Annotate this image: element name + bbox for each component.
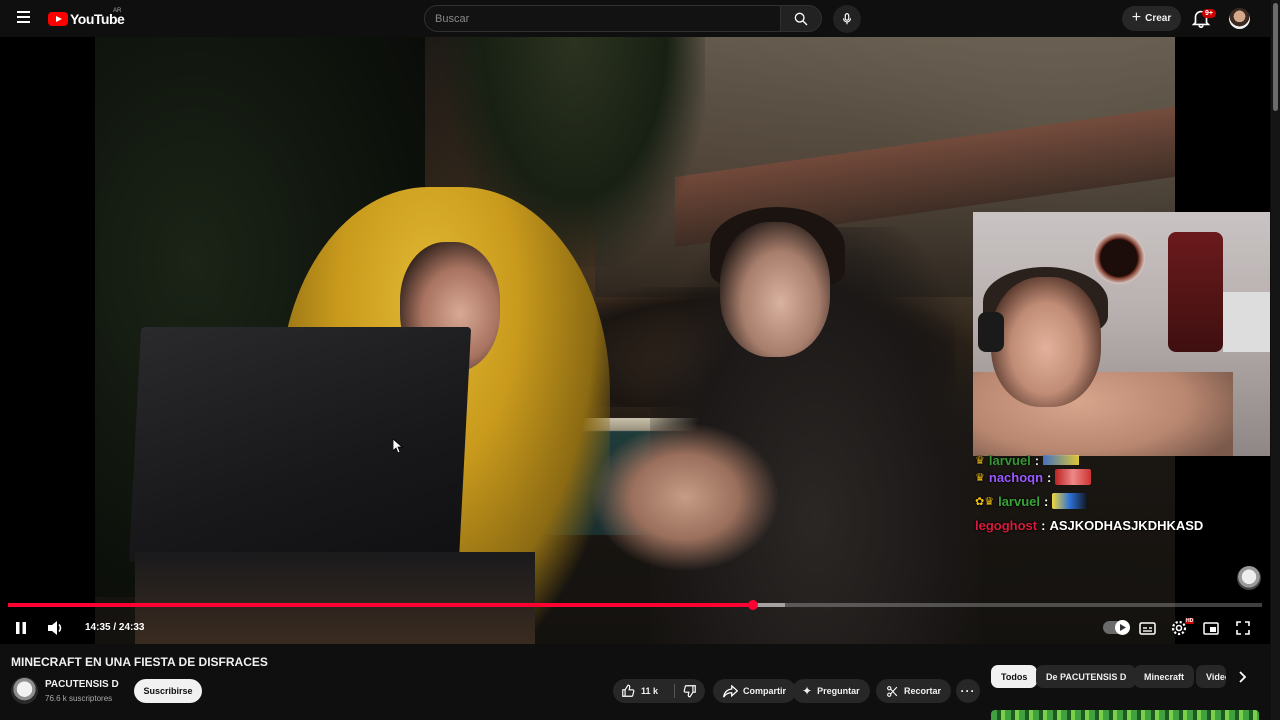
video-laptop [128,327,472,562]
time-display: 14:35 / 24:33 [85,622,145,633]
share-button[interactable]: Compartir [713,679,797,703]
hd-badge: HD [1185,618,1195,624]
subscribe-button[interactable]: Suscribirse [134,679,202,703]
player-controls: 14:35 / 24:33 HD [0,612,1270,644]
menu-icon[interactable] [13,8,35,30]
search-input[interactable] [425,6,780,31]
fullscreen-icon [1236,621,1250,635]
share-icon [723,684,738,697]
account-avatar[interactable] [1229,8,1250,29]
more-icon: ··· [960,684,976,698]
country-code: AR [113,8,122,14]
progress-scrubber[interactable] [747,600,758,610]
thumbs-down-icon [683,685,696,698]
facecam-face [991,277,1101,407]
crown-icon: ✿♛ [975,495,995,508]
video-title: MINECRAFT EN UNA FIESTA DE DISFRACES [11,655,268,669]
recommended-video-thumbnail[interactable] [991,710,1259,720]
volume-button[interactable] [44,616,68,640]
clip-button[interactable]: Recortar [876,679,952,703]
facecam-headset [978,312,1004,352]
search-button[interactable] [781,5,822,32]
chat-message: ♛ nachoqn : [975,465,1215,489]
chat-message: ✿♛ larvuel : [975,489,1215,513]
miniplayer-icon [1203,621,1219,635]
subtitles-icon [1138,621,1156,635]
fullscreen-button[interactable] [1231,616,1255,640]
create-button[interactable]: + Crear [1122,6,1181,31]
like-button[interactable]: 11 k [613,679,673,703]
search-box [424,5,781,32]
thumbs-up-icon [622,684,635,697]
chat-username: larvuel [988,455,1031,465]
chat-separator: : [1034,455,1040,465]
more-actions-button[interactable]: ··· [956,679,980,703]
streamer-facecam [973,212,1270,456]
crown-icon: ♛ [975,471,985,484]
chat-separator: : [1044,493,1049,509]
miniplayer-button[interactable] [1199,616,1223,640]
facecam-red-coat [1168,232,1223,352]
chat-username: nachoqn [988,469,1044,485]
subtitles-button[interactable] [1135,616,1159,640]
sparkle-icon: ✦ [802,684,813,698]
scissors-icon [887,685,898,697]
pause-icon [16,622,26,634]
search-icon [794,12,808,25]
chips-next-button[interactable] [1232,665,1254,688]
ask-label: Preguntar [817,686,860,696]
channel-watermark[interactable] [1237,566,1261,590]
like-count: 11 k [641,686,659,696]
dislike-button[interactable] [675,679,705,703]
video-hands [590,422,780,572]
channel-avatar[interactable] [11,677,38,704]
youtube-play-icon [48,12,68,26]
pause-button[interactable] [9,616,33,640]
crown-icon: ♛ [975,455,985,465]
like-dislike-group: 11 k [613,679,705,703]
progress-bar[interactable] [8,600,1262,610]
facecam-shelf [1223,292,1270,352]
video-person-face [720,222,830,357]
plus-icon: + [1131,8,1142,26]
channel-name[interactable]: PACUTENSIS D [45,679,119,690]
ask-button[interactable]: ✦ Preguntar [792,679,870,703]
masthead: YouTube AR + Crear 9+ [0,0,1280,37]
chevron-right-icon [1239,670,1247,683]
play-icon [1120,624,1126,631]
chip-channel[interactable]: De PACUTENSIS D [1036,665,1137,688]
chat-text: ASJKODHASJKDHKASD [1049,517,1204,533]
chat-emote [1055,469,1092,485]
volume-icon [48,621,62,635]
progress-played [8,603,753,607]
chip-videos[interactable]: Videos [1196,665,1226,688]
facecam-wall-decor [1093,232,1145,284]
clip-label: Recortar [904,686,942,696]
chat-username: legoghost [975,517,1038,533]
chat-message: ♛ larvuel : [975,455,1215,465]
chat-username: larvuel [998,493,1040,509]
subscriber-count: 76.6 k suscriptores [45,694,113,703]
chip-minecraft[interactable]: Minecraft [1134,665,1195,688]
microphone-icon [842,13,852,25]
chat-emote [1052,493,1089,509]
notifications-badge: 9+ [1202,9,1216,18]
scrollbar-thumb[interactable] [1273,3,1278,111]
page-scrollbar[interactable] [1271,0,1280,720]
chat-separator: : [1041,517,1046,533]
share-label: Compartir [743,686,787,696]
video-player[interactable]: ♛ larvuel : ♛ nachoqn : ✿♛ larvuel : leg… [0,37,1270,644]
chat-separator: : [1047,469,1052,485]
autoplay-knob [1115,620,1130,635]
youtube-logo[interactable]: YouTube AR [48,8,125,29]
mouse-cursor-icon [393,439,403,454]
create-label: Crear [1145,13,1172,24]
stream-chat-overlay: ♛ larvuel : ♛ nachoqn : ✿♛ larvuel : leg… [975,455,1215,537]
chat-emote [1043,455,1080,465]
chat-message: legoghost : ASJKODHASJKDHKASD [975,513,1215,537]
voice-search-button[interactable] [833,5,861,33]
autoplay-toggle[interactable] [1103,620,1130,635]
chip-all[interactable]: Todos [991,665,1038,688]
